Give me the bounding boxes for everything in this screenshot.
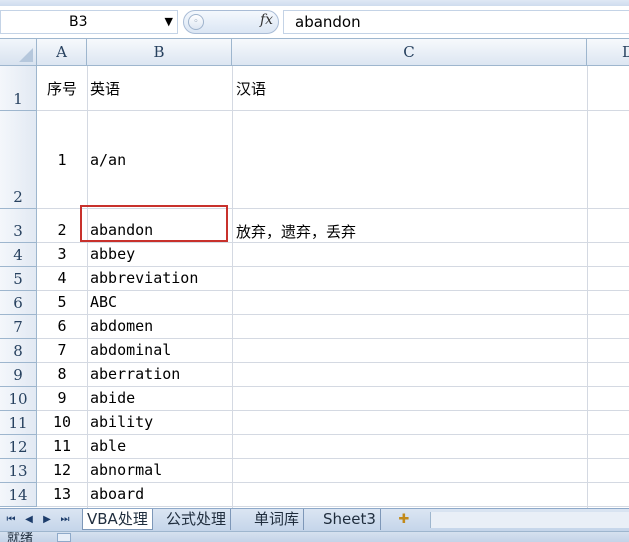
row-number: 14: [8, 486, 28, 504]
select-all-icon: [19, 48, 33, 62]
cell-b6[interactable]: ABC: [90, 293, 230, 311]
first-sheet-icon[interactable]: ⏮: [4, 512, 18, 528]
cell-a2[interactable]: 1: [37, 151, 87, 169]
row-number: 4: [13, 246, 23, 264]
row-header[interactable]: 6: [0, 291, 37, 315]
row-number: 8: [13, 342, 23, 360]
cell-b10[interactable]: abide: [90, 389, 230, 407]
row-number: 11: [8, 414, 28, 432]
row-number: 9: [13, 366, 23, 384]
status-text: 就绪: [7, 531, 34, 542]
row-number: 6: [13, 294, 23, 312]
row-header[interactable]: 14: [0, 483, 37, 507]
cell-a5[interactable]: 4: [37, 269, 87, 287]
gridline: [37, 482, 629, 483]
row-header[interactable]: 3: [0, 209, 37, 243]
row-number: 1: [13, 90, 23, 108]
row-header[interactable]: 5: [0, 267, 37, 291]
select-all-button[interactable]: [0, 39, 37, 66]
sheet-tab-vba[interactable]: VBA处理: [82, 509, 153, 530]
cell-c3[interactable]: 放弃，遗弃，丢弃: [236, 221, 576, 242]
row-header[interactable]: 7: [0, 315, 37, 339]
sheet-tab-bar: ⏮ ◀ ▶ ⏭ VBA处理 公式处理 单词库 Sheet3 ✚: [0, 508, 629, 531]
gridline: [37, 410, 629, 411]
row-number: 10: [8, 390, 28, 408]
row-header[interactable]: 12: [0, 435, 37, 459]
cell-b13[interactable]: abnormal: [90, 461, 230, 479]
last-sheet-icon[interactable]: ⏭: [58, 512, 72, 528]
next-sheet-icon[interactable]: ▶: [40, 512, 54, 528]
cell-a7[interactable]: 6: [37, 317, 87, 335]
row-header[interactable]: 10: [0, 387, 37, 411]
row-number: 5: [13, 270, 23, 288]
cell-b14[interactable]: aboard: [90, 485, 230, 503]
gridline: [37, 266, 629, 267]
column-header-b[interactable]: B: [87, 39, 232, 66]
cell-b1[interactable]: 英语: [90, 78, 230, 99]
gridline: [37, 314, 629, 315]
insert-sheet-icon[interactable]: ✚: [394, 511, 414, 528]
cell-a9[interactable]: 8: [37, 365, 87, 383]
cell-b12[interactable]: able: [90, 437, 230, 455]
cell-b2[interactable]: a/an: [90, 151, 230, 169]
gridline: [37, 338, 629, 339]
cell-a11[interactable]: 10: [37, 413, 87, 431]
active-cell-highlight: [80, 205, 228, 242]
horizontal-scrollbar[interactable]: [430, 512, 629, 528]
cell-b7[interactable]: abdomen: [90, 317, 230, 335]
row-header[interactable]: 8: [0, 339, 37, 363]
gridline: [232, 66, 233, 508]
row-header[interactable]: 1: [0, 66, 37, 111]
row-number: 7: [13, 318, 23, 336]
row-header[interactable]: 4: [0, 243, 37, 267]
row-header[interactable]: 11: [0, 411, 37, 435]
cell-b9[interactable]: aberration: [90, 365, 230, 383]
gridline: [37, 362, 629, 363]
cell-a1[interactable]: 序号: [37, 78, 87, 99]
sheet-tab-wordbank[interactable]: 单词库: [250, 509, 305, 530]
column-header-a[interactable]: A: [37, 39, 87, 66]
cell-a8[interactable]: 7: [37, 341, 87, 359]
cell-a13[interactable]: 12: [37, 461, 87, 479]
cell-b11[interactable]: ability: [90, 413, 230, 431]
gridline: [37, 434, 629, 435]
row-number: 13: [8, 462, 28, 480]
column-header-d[interactable]: D: [587, 39, 629, 66]
sheet-tab-sheet3[interactable]: Sheet3: [319, 509, 381, 530]
cell-a4[interactable]: 3: [37, 245, 87, 263]
gridline: [37, 506, 629, 507]
cell-c1[interactable]: 汉语: [236, 78, 576, 99]
row-header[interactable]: 2: [0, 111, 37, 209]
row-header[interactable]: 13: [0, 459, 37, 483]
gridline: [37, 458, 629, 459]
gridline: [37, 290, 629, 291]
worksheet-grid: A B C D 1 序号 英语 汉语 2 1 a/an 3 2 abandon 放弃，遗弃，丢弃 4 3…: [0, 0, 629, 508]
sheet-tab-formula[interactable]: 公式处理: [162, 509, 232, 530]
gridline: [587, 66, 588, 508]
row-number: 3: [13, 222, 23, 240]
cell-b5[interactable]: abbreviation: [90, 269, 230, 287]
column-header-c[interactable]: C: [232, 39, 587, 66]
cell-a6[interactable]: 5: [37, 293, 87, 311]
cell-a14[interactable]: 13: [37, 485, 87, 503]
cell-b8[interactable]: abdominal: [90, 341, 230, 359]
gridline: [37, 386, 629, 387]
gridline: [87, 66, 88, 508]
row-number: 12: [8, 438, 28, 456]
row-number: 2: [13, 188, 23, 206]
gridline: [37, 242, 629, 243]
status-bar: 就绪: [0, 531, 629, 542]
row-header[interactable]: 9: [0, 363, 37, 387]
gridline: [37, 110, 629, 111]
prev-sheet-icon[interactable]: ◀: [22, 512, 36, 528]
cell-a12[interactable]: 11: [37, 437, 87, 455]
cell-a10[interactable]: 9: [37, 389, 87, 407]
cell-b4[interactable]: abbey: [90, 245, 230, 263]
